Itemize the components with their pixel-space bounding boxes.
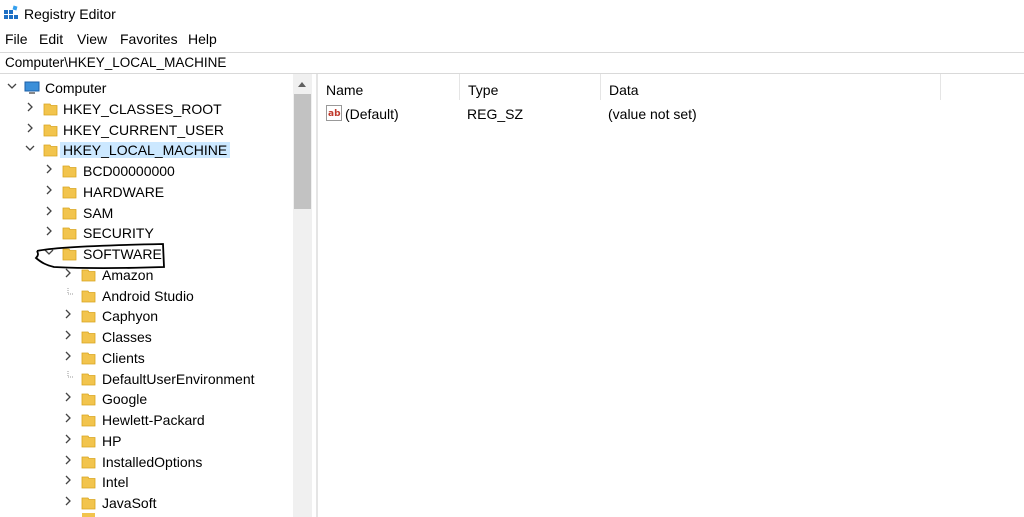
folder-icon: [81, 435, 96, 448]
folder-icon: [81, 393, 96, 406]
folder-icon: [62, 227, 77, 240]
folder-icon: [81, 373, 96, 386]
column-header-label: Data: [609, 82, 639, 98]
chevron-right-icon[interactable]: [62, 350, 74, 362]
column-header-name[interactable]: Name: [318, 74, 460, 100]
menu-file[interactable]: File: [5, 31, 28, 47]
chevron-right-icon[interactable]: [62, 267, 74, 279]
tree-label: Clients: [102, 350, 145, 366]
tree-label: SECURITY: [83, 225, 154, 241]
tree-label: JavaSoft: [102, 495, 157, 511]
folder-icon: [81, 497, 96, 510]
tree-label: HKEY_CURRENT_USER: [63, 122, 225, 138]
chevron-right-icon[interactable]: [62, 495, 74, 507]
chevron-down-icon[interactable]: [43, 246, 55, 258]
folder-icon: [62, 248, 77, 261]
address-path[interactable]: Computer\HKEY_LOCAL_MACHINE: [5, 55, 226, 70]
window-title: Registry Editor: [24, 6, 116, 22]
chevron-right-icon[interactable]: [62, 433, 74, 445]
folder-icon: [62, 186, 77, 199]
folder-icon: [43, 144, 58, 157]
chevron-right-icon[interactable]: [62, 391, 74, 403]
folder-icon: [43, 103, 58, 116]
menu-edit[interactable]: Edit: [39, 31, 63, 47]
chevron-right-icon[interactable]: [62, 308, 74, 320]
folder-icon: [62, 207, 77, 220]
value-type: REG_SZ: [467, 106, 524, 122]
chevron-right-icon[interactable]: [24, 122, 36, 134]
folder-icon: [62, 165, 77, 178]
tree-label: Intel: [102, 474, 129, 490]
tree-label: Google: [102, 391, 148, 407]
value-row[interactable]: ab (Default) REG_SZ (value not set): [318, 104, 1018, 124]
chevron-down-icon[interactable]: [6, 80, 18, 92]
value-name: (Default): [345, 106, 399, 122]
scroll-up-arrow-icon[interactable]: [297, 80, 307, 88]
chevron-right-icon[interactable]: [62, 412, 74, 424]
tree-scrollbar[interactable]: [293, 74, 312, 517]
tree-label: Computer: [45, 80, 107, 96]
folder-icon: [81, 414, 96, 427]
menu-favorites[interactable]: Favorites: [120, 31, 178, 47]
folder-icon: [81, 290, 96, 303]
tree-label: HARDWARE: [83, 184, 165, 200]
folder-icon: [81, 476, 96, 489]
tree-label: Caphyon: [102, 308, 159, 324]
folder-icon: [43, 124, 58, 137]
svg-text:ab: ab: [328, 109, 341, 119]
column-header-data[interactable]: Data: [601, 74, 941, 100]
tree-label: Amazon: [102, 267, 154, 283]
chevron-right-icon[interactable]: [62, 454, 74, 466]
tree-label: HKEY_CLASSES_ROOT: [63, 101, 222, 117]
tree-label: BCD00000000: [83, 163, 175, 179]
chevron-right-icon[interactable]: [43, 205, 55, 217]
folder-icon: [81, 456, 96, 469]
title-bar: Registry Editor: [0, 0, 1024, 28]
column-header-label: Name: [326, 82, 364, 98]
folder-icon: [81, 352, 96, 365]
menu-bar: File Edit View Favorites Help: [0, 28, 1024, 50]
value-data: (value not set): [608, 106, 697, 122]
tree-label: HKEY_LOCAL_MACHINE: [60, 142, 231, 158]
folder-icon: [81, 331, 96, 344]
tree-pane[interactable]: Computer HKEY_CLASSES_ROOT HKEY_CURRENT_…: [0, 74, 312, 517]
chevron-down-icon[interactable]: [24, 142, 36, 154]
tree-label: HP: [102, 433, 122, 449]
folder-icon: [82, 513, 95, 517]
values-pane[interactable]: Name Type Data ab (Default) REG_SZ (valu…: [318, 74, 1024, 517]
string-value-ab-icon: ab: [326, 105, 342, 121]
tree-label: DefaultUserEnvironment: [102, 371, 255, 387]
computer-icon: [24, 81, 40, 94]
menu-view[interactable]: View: [77, 31, 107, 47]
tree-label: Classes: [102, 329, 152, 345]
chevron-right-icon[interactable]: [62, 474, 74, 486]
chevron-right-icon[interactable]: [43, 163, 55, 175]
tree-label: Android Studio: [102, 288, 194, 304]
address-bar[interactable]: Computer\HKEY_LOCAL_MACHINE: [0, 52, 1024, 74]
folder-icon: [81, 269, 96, 282]
tree-label: SOFTWARE: [83, 246, 162, 262]
tree-label: SAM: [83, 205, 114, 221]
chevron-right-icon[interactable]: [43, 225, 55, 237]
chevron-right-icon[interactable]: [43, 184, 55, 196]
tree-connector-icon: [67, 371, 74, 378]
tree-label: InstalledOptions: [102, 454, 203, 470]
column-header-label: Type: [468, 82, 499, 98]
folder-icon: [81, 310, 96, 323]
chevron-right-icon[interactable]: [24, 101, 36, 113]
tree-label: Hewlett-Packard: [102, 412, 205, 428]
column-header-type[interactable]: Type: [460, 74, 601, 100]
chevron-right-icon[interactable]: [62, 329, 74, 341]
registry-editor-icon: [4, 5, 18, 19]
menu-help[interactable]: Help: [188, 31, 217, 47]
scrollbar-thumb[interactable]: [294, 94, 311, 209]
tree-connector-icon: [67, 288, 74, 295]
